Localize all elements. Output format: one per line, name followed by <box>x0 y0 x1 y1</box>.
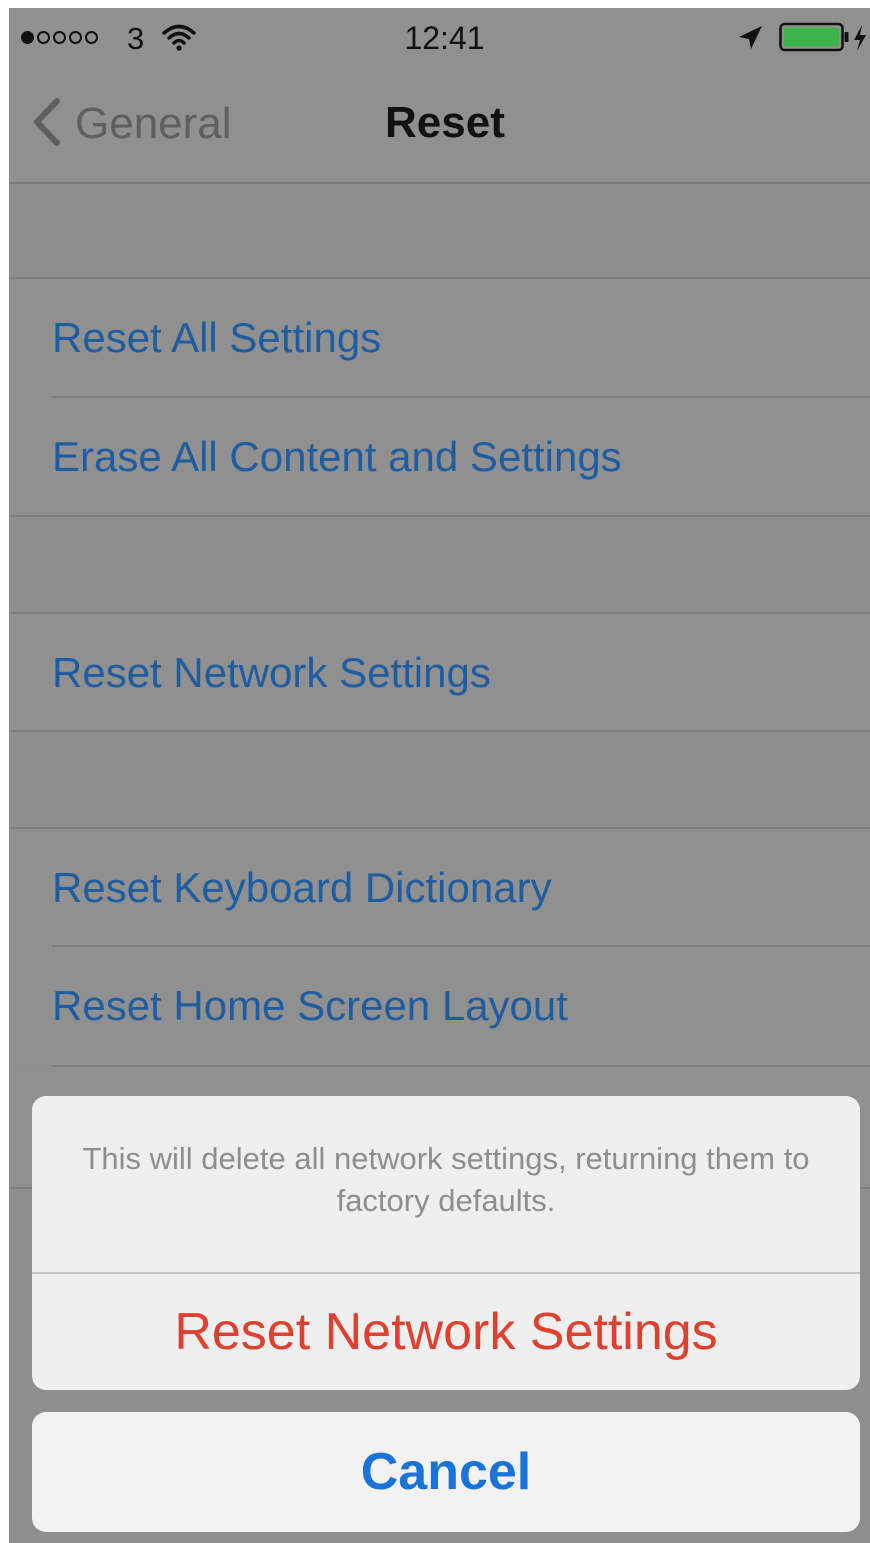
back-label: General <box>75 99 232 148</box>
reset-keyboard-dictionary-label: Reset Keyboard Dictionary <box>52 864 552 911</box>
chevron-left-icon <box>31 97 61 152</box>
erase-all-content-row[interactable]: Erase All Content and Settings <box>9 398 870 516</box>
navigation-bar: General Reset <box>9 68 870 184</box>
reset-keyboard-dictionary-row[interactable]: Reset Keyboard Dictionary <box>9 829 870 947</box>
action-sheet: This will delete all network settings, r… <box>32 1096 860 1390</box>
action-sheet-message: This will delete all network settings, r… <box>82 1141 810 1218</box>
section-divider <box>9 730 870 732</box>
erase-all-content-label: Erase All Content and Settings <box>52 433 622 480</box>
cancel-button[interactable]: Cancel <box>32 1412 860 1532</box>
reset-settings-screen: 3 12:41 General Reset Reset All Settings… <box>9 8 870 1543</box>
section-divider <box>9 515 870 517</box>
reset-network-settings-row[interactable]: Reset Network Settings <box>9 614 870 732</box>
confirm-reset-network-settings-button[interactable]: Reset Network Settings <box>32 1274 860 1390</box>
reset-all-settings-row[interactable]: Reset All Settings <box>9 279 870 397</box>
reset-home-screen-layout-label: Reset Home Screen Layout <box>52 982 568 1029</box>
battery-icon <box>779 22 851 57</box>
page-title: Reset <box>385 98 505 147</box>
reset-home-screen-layout-row[interactable]: Reset Home Screen Layout <box>9 947 870 1065</box>
charging-icon <box>852 25 868 56</box>
reset-all-settings-label: Reset All Settings <box>52 314 382 361</box>
reset-network-settings-label: Reset Network Settings <box>52 649 491 696</box>
status-bar: 3 12:41 <box>9 8 870 68</box>
location-icon <box>736 24 764 57</box>
back-button[interactable]: General <box>31 94 232 154</box>
